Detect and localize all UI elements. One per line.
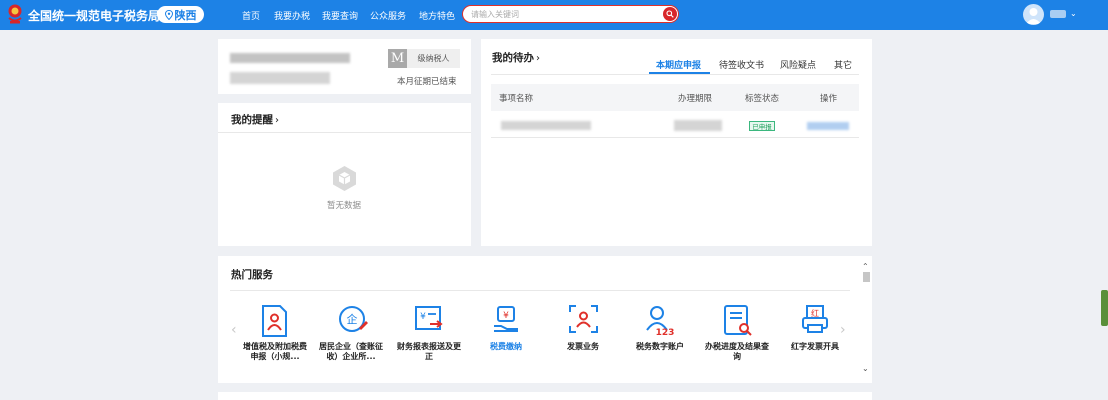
column-header-deadline: 办理期限 [678,94,713,104]
status-badge: 已申报 [749,121,775,131]
chevron-up-icon[interactable]: ⌃ [862,262,869,271]
user-name-redacted[interactable] [1050,10,1066,18]
empty-box-icon [333,166,356,191]
empty-state-text: 暂无数据 [327,201,362,211]
deadline-redacted [674,120,722,131]
service-label-tax-payment[interactable]: 税费缴纳 [473,342,539,352]
invoice-scan-icon[interactable] [568,304,599,334]
chevron-right-icon: › [536,53,540,64]
tabs-divider [491,74,859,75]
chevron-down-icon[interactable]: ⌄ [1070,9,1077,18]
service-label-corporate-income[interactable]: 居民企业（查账征收）企业所... [318,342,384,362]
svg-text:¥: ¥ [503,311,509,321]
service-label-financial-report[interactable]: 财务报表报送及更正 [396,342,462,362]
enterprise-pen-icon[interactable]: 企 [338,304,368,334]
period-status-text: 本月征期已结束 [397,77,457,87]
tab-documents-to-sign[interactable]: 待签收文书 [719,58,764,71]
region-label: 陕西 [174,8,197,22]
table-header [491,84,859,111]
hot-services-title: 热门服务 [231,269,273,281]
svg-text:¥: ¥ [420,312,426,322]
column-header-action: 操作 [820,94,838,104]
document-person-icon[interactable] [261,304,288,338]
nav-handle-tax[interactable]: 我要办税 [274,9,310,22]
nav-home[interactable]: 首页 [242,9,260,22]
svg-text:123: 123 [656,328,675,336]
site-title[interactable]: 全国统一规范电子税务局 [28,7,160,24]
tab-current-declaration[interactable]: 本期应申报 [656,58,701,71]
report-arrow-icon[interactable]: ¥ [414,304,444,334]
service-label-progress-query[interactable]: 办税进度及结果查询 [704,342,770,362]
location-pin-icon [164,9,173,20]
search-input[interactable] [471,6,651,22]
action-link-redacted[interactable] [807,122,849,130]
user-icon [1026,8,1041,24]
row-divider [491,137,859,138]
next-section-card [218,392,872,400]
item-name-redacted [501,121,591,130]
credit-level-badge: M [388,49,407,68]
todo-title-text: 我的待办 [492,52,534,64]
tab-others[interactable]: 其它 [834,58,852,71]
nav-query[interactable]: 我要查询 [322,9,358,22]
search-button[interactable] [663,7,677,21]
column-header-item-name: 事项名称 [499,94,534,104]
tab-risk-doubts[interactable]: 风险疑点 [780,58,816,71]
reminders-title[interactable]: 我的提醒 › [231,112,279,127]
page-scrollbar-thumb[interactable] [1101,290,1108,326]
chevron-right-icon: › [275,115,279,126]
nav-public-service[interactable]: 公众服务 [370,9,406,22]
digital-account-icon[interactable]: 123 [645,304,675,336]
search-icon [666,10,674,18]
tax-emblem-icon [8,4,22,24]
column-header-status: 标签状态 [745,94,780,104]
progress-search-icon[interactable] [723,304,753,338]
service-label-invoice[interactable]: 发票业务 [550,342,616,352]
top-bar: 全国统一规范电子税务局 陕西 首页 我要办税 我要查询 公众服务 地方特色 ⌄ [0,0,1108,30]
reminders-title-text: 我的提醒 [231,114,273,126]
svg-text:企: 企 [347,312,358,326]
payment-hand-icon[interactable]: ¥ [492,304,520,334]
chevron-down-icon[interactable]: ⌄ [862,364,869,373]
svg-text:红: 红 [811,308,819,318]
tax-id-redacted [230,72,330,84]
region-selector[interactable]: 陕西 [157,6,204,23]
hot-services-card [218,256,872,383]
todo-title[interactable]: 我的待办 › [492,50,540,65]
company-name-redacted [230,53,350,63]
user-avatar[interactable] [1023,4,1044,25]
card-scrollbar-thumb[interactable] [863,272,870,282]
red-invoice-printer-icon[interactable]: 红 [801,304,829,334]
service-label-vat[interactable]: 增值税及附加税费申报（小规... [242,342,308,362]
search-box [462,5,679,23]
taxpayer-type-label: 级纳税人 [407,49,460,68]
carousel-next-arrow[interactable]: › [840,322,846,338]
divider [218,132,471,133]
divider [230,290,850,291]
service-label-digital-account[interactable]: 税务数字账户 [627,342,693,352]
carousel-prev-arrow[interactable]: ‹ [231,322,237,338]
service-label-red-invoice[interactable]: 红字发票开具 [782,342,848,352]
nav-local-features[interactable]: 地方特色 [419,9,455,22]
